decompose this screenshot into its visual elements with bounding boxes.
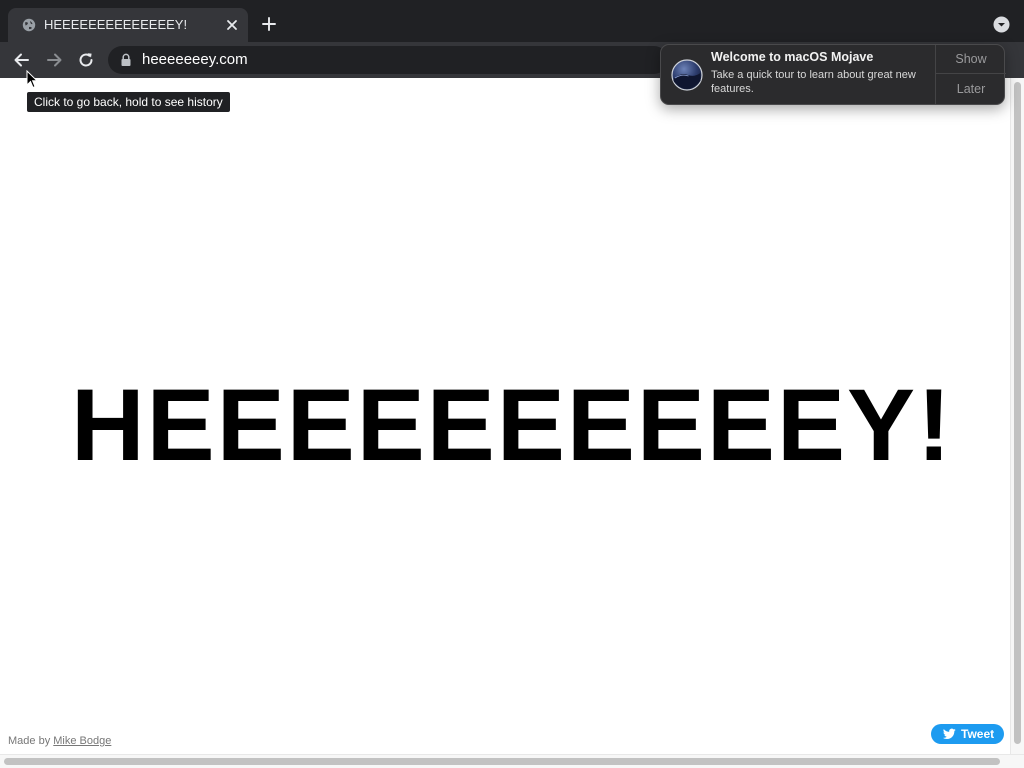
page-headline: HEEEEEEEEEEY! bbox=[71, 368, 953, 482]
macos-mojave-icon bbox=[671, 59, 703, 91]
system-notification[interactable]: Welcome to macOS Mojave Take a quick tou… bbox=[660, 44, 1006, 105]
notification-show-button[interactable]: Show bbox=[936, 45, 1006, 74]
lock-icon bbox=[121, 53, 131, 66]
tab-title: HEEEEEEEEEEEEEEY! bbox=[44, 17, 188, 32]
tweet-button[interactable]: Tweet bbox=[931, 724, 1004, 744]
credit-prefix: Made by bbox=[8, 735, 51, 747]
back-arrow-icon[interactable] bbox=[12, 50, 32, 70]
globe-icon bbox=[22, 18, 36, 32]
notification-actions: Show Later bbox=[935, 45, 1006, 104]
twitter-bird-icon bbox=[943, 728, 956, 739]
close-tab-icon[interactable] bbox=[224, 17, 240, 33]
vertical-scrollbar[interactable] bbox=[1010, 78, 1024, 754]
notification-title: Welcome to macOS Mojave bbox=[711, 50, 874, 64]
tweet-label: Tweet bbox=[961, 727, 995, 741]
vertical-scroll-thumb[interactable] bbox=[1014, 82, 1021, 744]
url-text: heeeeeeey.com bbox=[142, 51, 248, 68]
new-tab-icon[interactable] bbox=[260, 15, 278, 33]
page-content: HEEEEEEEEEEY! Made by Mike Bodge Tweet bbox=[0, 78, 1010, 754]
back-button-tooltip: Click to go back, hold to see history bbox=[27, 92, 230, 112]
tab-search-icon[interactable] bbox=[993, 16, 1010, 33]
credit-text: Made by Mike Bodge bbox=[8, 735, 111, 747]
forward-arrow-icon[interactable] bbox=[44, 50, 64, 70]
notification-body: Take a quick tour to learn about great n… bbox=[711, 69, 916, 95]
horizontal-scrollbar[interactable] bbox=[0, 754, 1024, 768]
horizontal-scroll-thumb[interactable] bbox=[4, 758, 1000, 765]
notification-later-button[interactable]: Later bbox=[936, 75, 1006, 104]
mouse-pointer-icon bbox=[26, 70, 38, 89]
active-tab[interactable]: HEEEEEEEEEEEEEEY! bbox=[8, 8, 248, 42]
author-link[interactable]: Mike Bodge bbox=[53, 735, 111, 747]
address-bar[interactable]: heeeeeeey.com bbox=[108, 46, 668, 74]
browser-tab-strip: HEEEEEEEEEEEEEEY! bbox=[0, 0, 1024, 42]
reload-icon[interactable] bbox=[76, 50, 96, 70]
